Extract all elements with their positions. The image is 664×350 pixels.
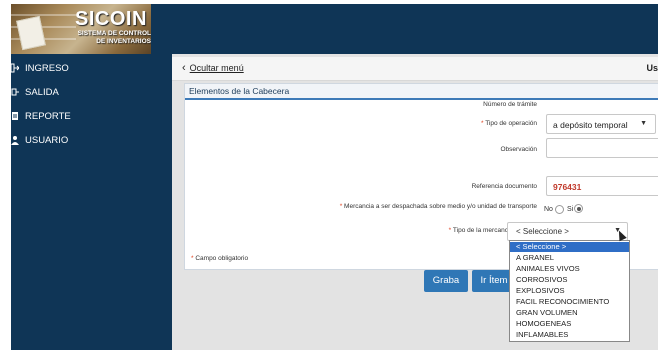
user-icon — [11, 135, 19, 145]
sidebar-item-ingreso[interactable]: INGRESO — [11, 62, 171, 78]
despachada-label: * Mercancia a ser despachada sobre medio… — [339, 203, 537, 210]
sidebar-item-reporte[interactable]: REPORTE — [11, 110, 171, 126]
mercancia-label: * Tipo de la mercancia — [448, 227, 513, 234]
panel-title: Elementos de la Cabecera — [185, 84, 658, 100]
si-label: Si — [567, 206, 574, 213]
sidebar-item-label: REPORTE — [25, 111, 71, 122]
chevron-left-icon: ‹ — [182, 62, 186, 74]
si-radio[interactable] — [574, 204, 583, 213]
sidebar-item-usuario[interactable]: USUARIO — [11, 134, 171, 150]
observacion-input[interactable] — [546, 138, 658, 158]
sidebar-item-label: INGRESO — [25, 63, 69, 74]
operacion-label: * Tipo de operación — [480, 120, 537, 127]
dropdown-option[interactable]: < Seleccione > — [510, 242, 629, 252]
mercancia-dropdown-list[interactable]: < Seleccione > A GRANEL ANIMALES VIVOS C… — [509, 240, 630, 342]
no-label: No — [544, 206, 553, 213]
dropdown-option[interactable]: ANIMALES VIVOS — [510, 264, 629, 274]
tramite-label: Número de trámite — [483, 101, 537, 108]
referencia-label: Referencia documento — [471, 183, 537, 190]
operacion-select[interactable]: a depósito temporal ▼ — [546, 114, 656, 134]
required-note: * Campo obligatorio — [191, 255, 249, 262]
report-icon — [11, 111, 19, 121]
dropdown-option[interactable]: HOMOGENEAS — [510, 319, 629, 329]
caret-down-icon: ▼ — [640, 120, 647, 127]
hide-menu-link[interactable]: ‹ Ocultar menú — [182, 62, 244, 74]
no-radio[interactable] — [555, 205, 564, 214]
sidebar-item-label: SALIDA — [25, 87, 59, 98]
dropdown-option[interactable]: INFLAMABLES — [510, 330, 629, 340]
dropdown-option[interactable]: EXPLOSIVOS — [510, 286, 629, 296]
dropdown-option[interactable]: GRAN VOLUMEN — [510, 308, 629, 318]
brand-title: SICOIN — [75, 8, 147, 30]
dropdown-option[interactable]: FACIL RECONOCIMIENTO — [510, 297, 629, 307]
brand-subtitle: SISTEMA DE CONTROL DE INVENTARIOS — [77, 30, 151, 45]
mercancia-select[interactable]: < Seleccione > ▼ — [507, 222, 628, 241]
dropdown-option[interactable]: A GRANEL — [510, 253, 629, 263]
top-bar: SICOIN SISTEMA DE CONTROL DE INVENTARIOS — [11, 4, 658, 54]
graba-button[interactable]: Graba — [424, 270, 468, 292]
referencia-input[interactable]: 976431 — [546, 176, 658, 196]
sidebar-item-label: USUARIO — [25, 135, 69, 146]
logout-icon — [11, 87, 19, 97]
logo: SICOIN SISTEMA DE CONTROL DE INVENTARIOS — [11, 4, 151, 54]
login-icon — [11, 63, 20, 73]
document-icon — [16, 15, 46, 51]
observacion-label: Observación — [500, 146, 538, 153]
user-name: Us — [646, 63, 658, 73]
sidebar-item-salida[interactable]: SALIDA — [11, 86, 171, 102]
sidebar: INGRESO SALIDA REPORTE USUARIO — [11, 54, 171, 350]
sub-bar: ‹ Ocultar menú Us — [172, 57, 658, 81]
dropdown-option[interactable]: CORROSIVOS — [510, 275, 629, 285]
